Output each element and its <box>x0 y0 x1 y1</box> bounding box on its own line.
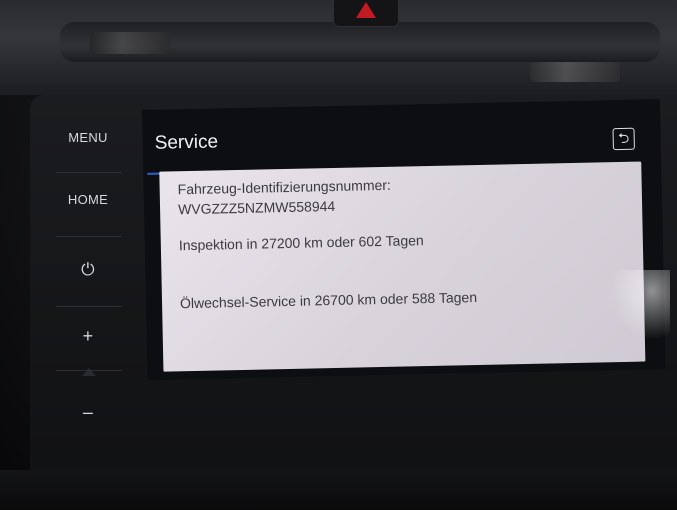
page-title: Service <box>154 131 219 154</box>
service-info-panel: Fahrzeug-Identifizierungsnummer: WVGZZZ5… <box>159 161 646 372</box>
hazard-button[interactable] <box>333 0 399 27</box>
home-button[interactable]: HOME <box>38 192 138 207</box>
touch-display: Service ⮌ Fahrzeug-Identifizierungsnumme… <box>142 99 666 380</box>
divider <box>56 236 122 237</box>
volume-down-button[interactable]: – <box>38 402 138 423</box>
hazard-icon <box>356 2 376 18</box>
inspection-interval: Inspektion in 27200 km oder 602 Tagen <box>178 232 424 254</box>
vent-control-right <box>530 62 620 82</box>
divider <box>56 172 122 173</box>
divider <box>56 370 122 371</box>
vin-value: WVGZZZ5NZMW558944 <box>177 197 336 218</box>
vin-label: Fahrzeug-Identifizierungsnummer: <box>177 176 392 198</box>
side-button-panel: MENU HOME ⏻ + – <box>38 100 138 470</box>
vent-control-left <box>90 32 170 54</box>
volume-up-button[interactable]: + <box>38 326 138 347</box>
back-arrow-icon: ⮌ <box>617 129 630 147</box>
car-infotainment-scene: MENU HOME ⏻ + – Service ⮌ Fahrzeug-Ident… <box>0 0 677 510</box>
lower-dashboard-trim <box>0 470 677 510</box>
divider <box>56 306 122 307</box>
power-icon[interactable]: ⏻ <box>38 260 138 280</box>
oil-service-interval: Ölwechsel-Service in 26700 km oder 588 T… <box>179 289 478 312</box>
title-bar: Service ⮌ <box>142 116 643 175</box>
back-button[interactable]: ⮌ <box>612 127 635 151</box>
dashboard-trim <box>0 0 677 95</box>
menu-button[interactable]: MENU <box>38 130 138 145</box>
